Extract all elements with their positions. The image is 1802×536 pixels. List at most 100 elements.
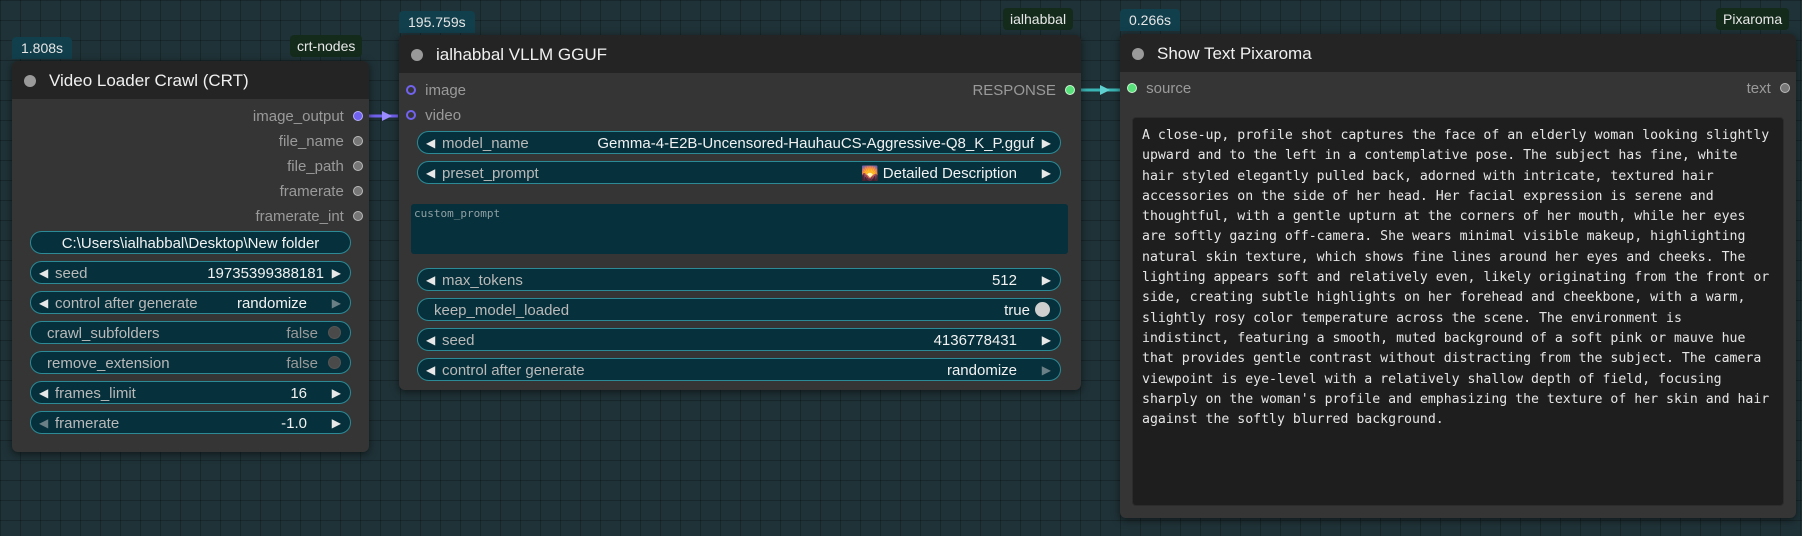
output-port-icon[interactable] xyxy=(353,161,363,172)
widget-value: 512 xyxy=(991,272,1017,289)
collapse-dot-icon[interactable] xyxy=(411,49,423,61)
output-label: text xyxy=(1746,80,1771,97)
decrement-arrow-icon[interactable]: ◀ xyxy=(39,412,48,435)
output-text-display[interactable]: A close-up, profile shot captures the fa… xyxy=(1132,117,1784,506)
output-label: RESPONSE xyxy=(972,82,1056,99)
model-name-select[interactable]: ◀ model_name Gemma-4-E2B-Uncensored-Hauh… xyxy=(417,131,1061,154)
toggle-knob-icon[interactable] xyxy=(1035,302,1050,317)
output-port-icon[interactable] xyxy=(353,211,363,222)
input-label: image xyxy=(425,82,467,99)
preset-value: 🌄 Detailed Description xyxy=(861,162,1017,185)
control-after-generate-widget[interactable]: ◀ control after generate randomize ▶ xyxy=(417,358,1061,381)
output-port-framerate_int[interactable]: framerate_int xyxy=(255,208,363,228)
next-option-arrow-icon[interactable]: ▶ xyxy=(1042,132,1051,155)
node-header[interactable]: ialhabbal VLLM GGUF xyxy=(399,35,1081,73)
landscape-picture-icon: 🌄 xyxy=(861,165,879,181)
widget-value: true xyxy=(1004,302,1030,319)
previous-option-arrow-icon[interactable]: ◀ xyxy=(426,162,435,185)
decrement-arrow-icon[interactable]: ◀ xyxy=(39,262,48,285)
node-source-tag: Pixaroma xyxy=(1716,8,1790,30)
decrement-arrow-icon[interactable]: ◀ xyxy=(426,269,435,292)
toggle-knob-icon[interactable] xyxy=(328,356,341,369)
output-port-icon[interactable] xyxy=(353,111,363,122)
increment-arrow-icon[interactable]: ▶ xyxy=(1042,269,1051,292)
increment-arrow-icon[interactable]: ▶ xyxy=(332,382,341,405)
node-title: ialhabbal VLLM GGUF xyxy=(436,45,608,64)
control-after-generate-widget[interactable]: ◀ control after generate randomize ▶ xyxy=(30,291,351,314)
image-link-arrow xyxy=(382,111,392,121)
custom-prompt-textarea[interactable]: custom_prompt xyxy=(411,204,1068,254)
seed-widget[interactable]: ◀ seed 19735399388181 ▶ xyxy=(30,261,351,284)
crawl-subfolders-toggle[interactable]: crawl_subfolders false xyxy=(30,321,351,344)
input-port-image[interactable]: image xyxy=(406,82,466,102)
widget-label: framerate xyxy=(55,415,120,432)
execution-time-badge: 0.266s xyxy=(1120,9,1181,31)
framerate-widget[interactable]: ◀ framerate -1.0 ▶ xyxy=(30,411,351,434)
output-port-icon[interactable] xyxy=(353,186,363,197)
widget-label: max_tokens xyxy=(442,272,523,289)
folder-path-input[interactable]: C:\Users\ialhabbal\Desktop\New folder xyxy=(30,231,351,254)
output-port-icon[interactable] xyxy=(353,136,363,147)
widget-value: Gemma-4-E2B-Uncensored-HauhauCS-Aggressi… xyxy=(597,135,1034,152)
output-label: file_path xyxy=(287,158,344,175)
input-port-video[interactable]: video xyxy=(406,107,461,127)
widget-label: keep_model_loaded xyxy=(434,302,570,319)
node-source-tag: crt-nodes xyxy=(290,35,363,57)
toggle-knob-icon[interactable] xyxy=(328,326,341,339)
output-port-framerate[interactable]: framerate xyxy=(280,183,363,203)
next-option-arrow-icon[interactable]: ▶ xyxy=(1042,359,1051,382)
video-loader-node[interactable]: Video Loader Crawl (CRT) image_output fi… xyxy=(12,61,369,452)
widget-label: remove_extension xyxy=(47,355,170,372)
input-port-icon[interactable] xyxy=(1127,83,1137,94)
seed-widget[interactable]: ◀ seed 4136778431 ▶ xyxy=(417,328,1061,351)
vllm-gguf-node[interactable]: ialhabbal VLLM GGUF image video RESPONSE… xyxy=(399,35,1081,390)
output-label: framerate xyxy=(279,183,344,200)
previous-option-arrow-icon[interactable]: ◀ xyxy=(426,132,435,155)
widget-label: model_name xyxy=(442,135,529,152)
collapse-dot-icon[interactable] xyxy=(24,75,36,87)
output-label: image_output xyxy=(252,108,344,125)
frames-limit-widget[interactable]: ◀ frames_limit 16 ▶ xyxy=(30,381,351,404)
response-link-arrow xyxy=(1100,85,1110,95)
widget-value: -1.0 xyxy=(281,415,307,432)
output-port-file_path[interactable]: file_path xyxy=(287,158,363,178)
output-port-text[interactable]: text xyxy=(1747,80,1790,100)
previous-option-arrow-icon[interactable]: ◀ xyxy=(39,292,48,315)
increment-arrow-icon[interactable]: ▶ xyxy=(1042,329,1051,352)
keep-model-loaded-toggle[interactable]: keep_model_loaded true xyxy=(417,298,1061,321)
preset-prompt-select[interactable]: ◀ preset_prompt 🌄 Detailed Description ▶ xyxy=(417,161,1061,184)
input-label: video xyxy=(425,107,462,124)
widget-label: preset_prompt xyxy=(442,165,539,182)
decrement-arrow-icon[interactable]: ◀ xyxy=(39,382,48,405)
input-port-source[interactable]: source xyxy=(1127,80,1191,100)
widget-value: 4136778431 xyxy=(933,332,1017,349)
widget-value: randomize xyxy=(236,295,307,312)
decrement-arrow-icon[interactable]: ◀ xyxy=(426,329,435,352)
output-port-response[interactable]: RESPONSE xyxy=(972,82,1075,102)
widget-label: seed xyxy=(55,265,88,282)
show-text-node[interactable]: Show Text Pixaroma source text A close-u… xyxy=(1120,34,1796,518)
widget-label: frames_limit xyxy=(55,385,136,402)
next-option-arrow-icon[interactable]: ▶ xyxy=(332,292,341,315)
node-canvas[interactable]: { "node1": { "time": "1.808s", "tag": "c… xyxy=(0,0,1802,536)
widget-label: control after generate xyxy=(442,362,585,379)
execution-time-badge: 195.759s xyxy=(399,11,475,33)
node-source-tag: ialhabbal xyxy=(1003,8,1074,30)
previous-option-arrow-icon[interactable]: ◀ xyxy=(426,359,435,382)
increment-arrow-icon[interactable]: ▶ xyxy=(332,412,341,435)
output-port-icon[interactable] xyxy=(1065,85,1075,96)
widget-label: control after generate xyxy=(55,295,198,312)
node-header[interactable]: Show Text Pixaroma xyxy=(1120,34,1796,72)
increment-arrow-icon[interactable]: ▶ xyxy=(332,262,341,285)
output-port-file_name[interactable]: file_name xyxy=(279,133,363,153)
output-port-image_output[interactable]: image_output xyxy=(253,108,363,128)
collapse-dot-icon[interactable] xyxy=(1132,48,1144,60)
output-port-icon[interactable] xyxy=(1780,83,1790,94)
max-tokens-widget[interactable]: ◀ max_tokens 512 ▶ xyxy=(417,268,1061,291)
remove-extension-toggle[interactable]: remove_extension false xyxy=(30,351,351,374)
output-label: framerate_int xyxy=(255,208,344,225)
input-port-icon[interactable] xyxy=(406,85,416,96)
next-option-arrow-icon[interactable]: ▶ xyxy=(1042,162,1051,185)
input-port-icon[interactable] xyxy=(406,110,416,121)
node-header[interactable]: Video Loader Crawl (CRT) xyxy=(12,61,369,99)
